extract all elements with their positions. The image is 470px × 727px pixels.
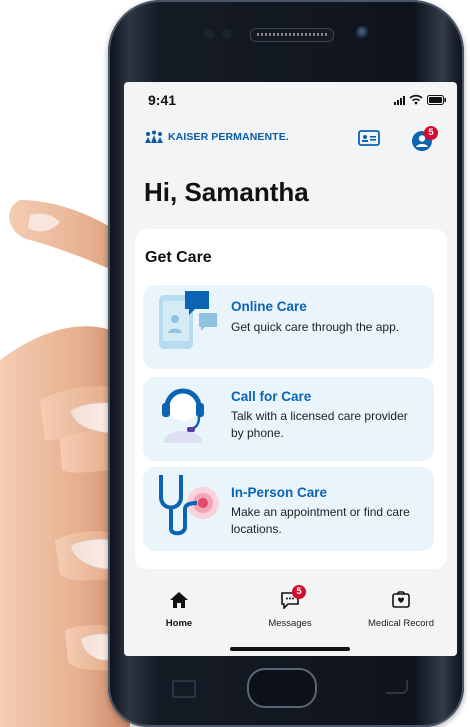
tab-medical-record[interactable]: Medical Record: [351, 591, 451, 629]
app-header: KAISER PERMANENTE. 5: [124, 120, 457, 160]
in-person-care-description: Make an appointment or find care locatio…: [231, 505, 410, 536]
tab-home[interactable]: Home: [129, 591, 229, 629]
greeting: Hi, Samantha: [144, 177, 309, 207]
get-care-title: Get Care: [145, 249, 212, 266]
speaker-grille: [250, 28, 334, 42]
get-care-panel: Get Care Online Care Get quick care thro…: [135, 229, 447, 569]
tab-messages-label: Messages: [268, 618, 312, 629]
profile-badge: 5: [424, 126, 438, 140]
brand-logo[interactable]: KAISER PERMANENTE.: [144, 130, 289, 144]
signal-icon: [394, 95, 405, 105]
tab-messages[interactable]: 5 Messages: [240, 585, 340, 629]
battery-icon: [427, 94, 446, 105]
headset-icon: [162, 388, 204, 443]
online-care-card[interactable]: Online Care Get quick care through the a…: [143, 285, 434, 369]
stethoscope-icon: [159, 475, 219, 536]
status-bar: 9:41: [124, 82, 457, 118]
medical-record-icon: [392, 591, 410, 608]
status-time: 9:41: [148, 92, 177, 108]
chat-icon: [159, 291, 217, 349]
profile-button[interactable]: 5: [411, 126, 438, 152]
app-screen: 9:41 KAISER PERMANENTE. 5 Hi, Samantha G…: [124, 82, 457, 656]
hardware-home-button[interactable]: [247, 668, 317, 708]
wifi-icon: [409, 94, 423, 105]
in-person-care-title: In-Person Care: [231, 485, 328, 500]
tab-bar: Home 5 Messages Medical Record: [124, 579, 457, 656]
status-icons: [394, 94, 447, 105]
tab-medical-record-label: Medical Record: [368, 618, 434, 629]
call-for-care-title: Call for Care: [231, 389, 312, 404]
call-for-care-description: Talk with a licensed care provider by ph…: [231, 409, 408, 440]
online-care-description: Get quick care through the app.: [231, 320, 400, 334]
tab-home-label: Home: [165, 618, 193, 629]
brand-name: KAISER PERMANENTE.: [168, 131, 289, 143]
member-card-icon[interactable]: [358, 130, 380, 146]
home-indicator: [230, 647, 350, 651]
home-icon: [170, 592, 188, 608]
in-person-care-card[interactable]: In-Person Care Make an appointment or fi…: [143, 467, 434, 551]
kp-logo-icon: [145, 130, 163, 143]
sensor-dot: [222, 29, 232, 39]
back-key[interactable]: [386, 680, 408, 694]
sensor-dot: [204, 29, 214, 39]
recent-apps-key[interactable]: [172, 680, 196, 698]
online-care-title: Online Care: [231, 299, 307, 314]
messages-badge: 5: [292, 585, 306, 599]
front-camera: [356, 26, 370, 40]
call-for-care-card[interactable]: Call for Care Talk with a licensed care …: [143, 377, 434, 461]
